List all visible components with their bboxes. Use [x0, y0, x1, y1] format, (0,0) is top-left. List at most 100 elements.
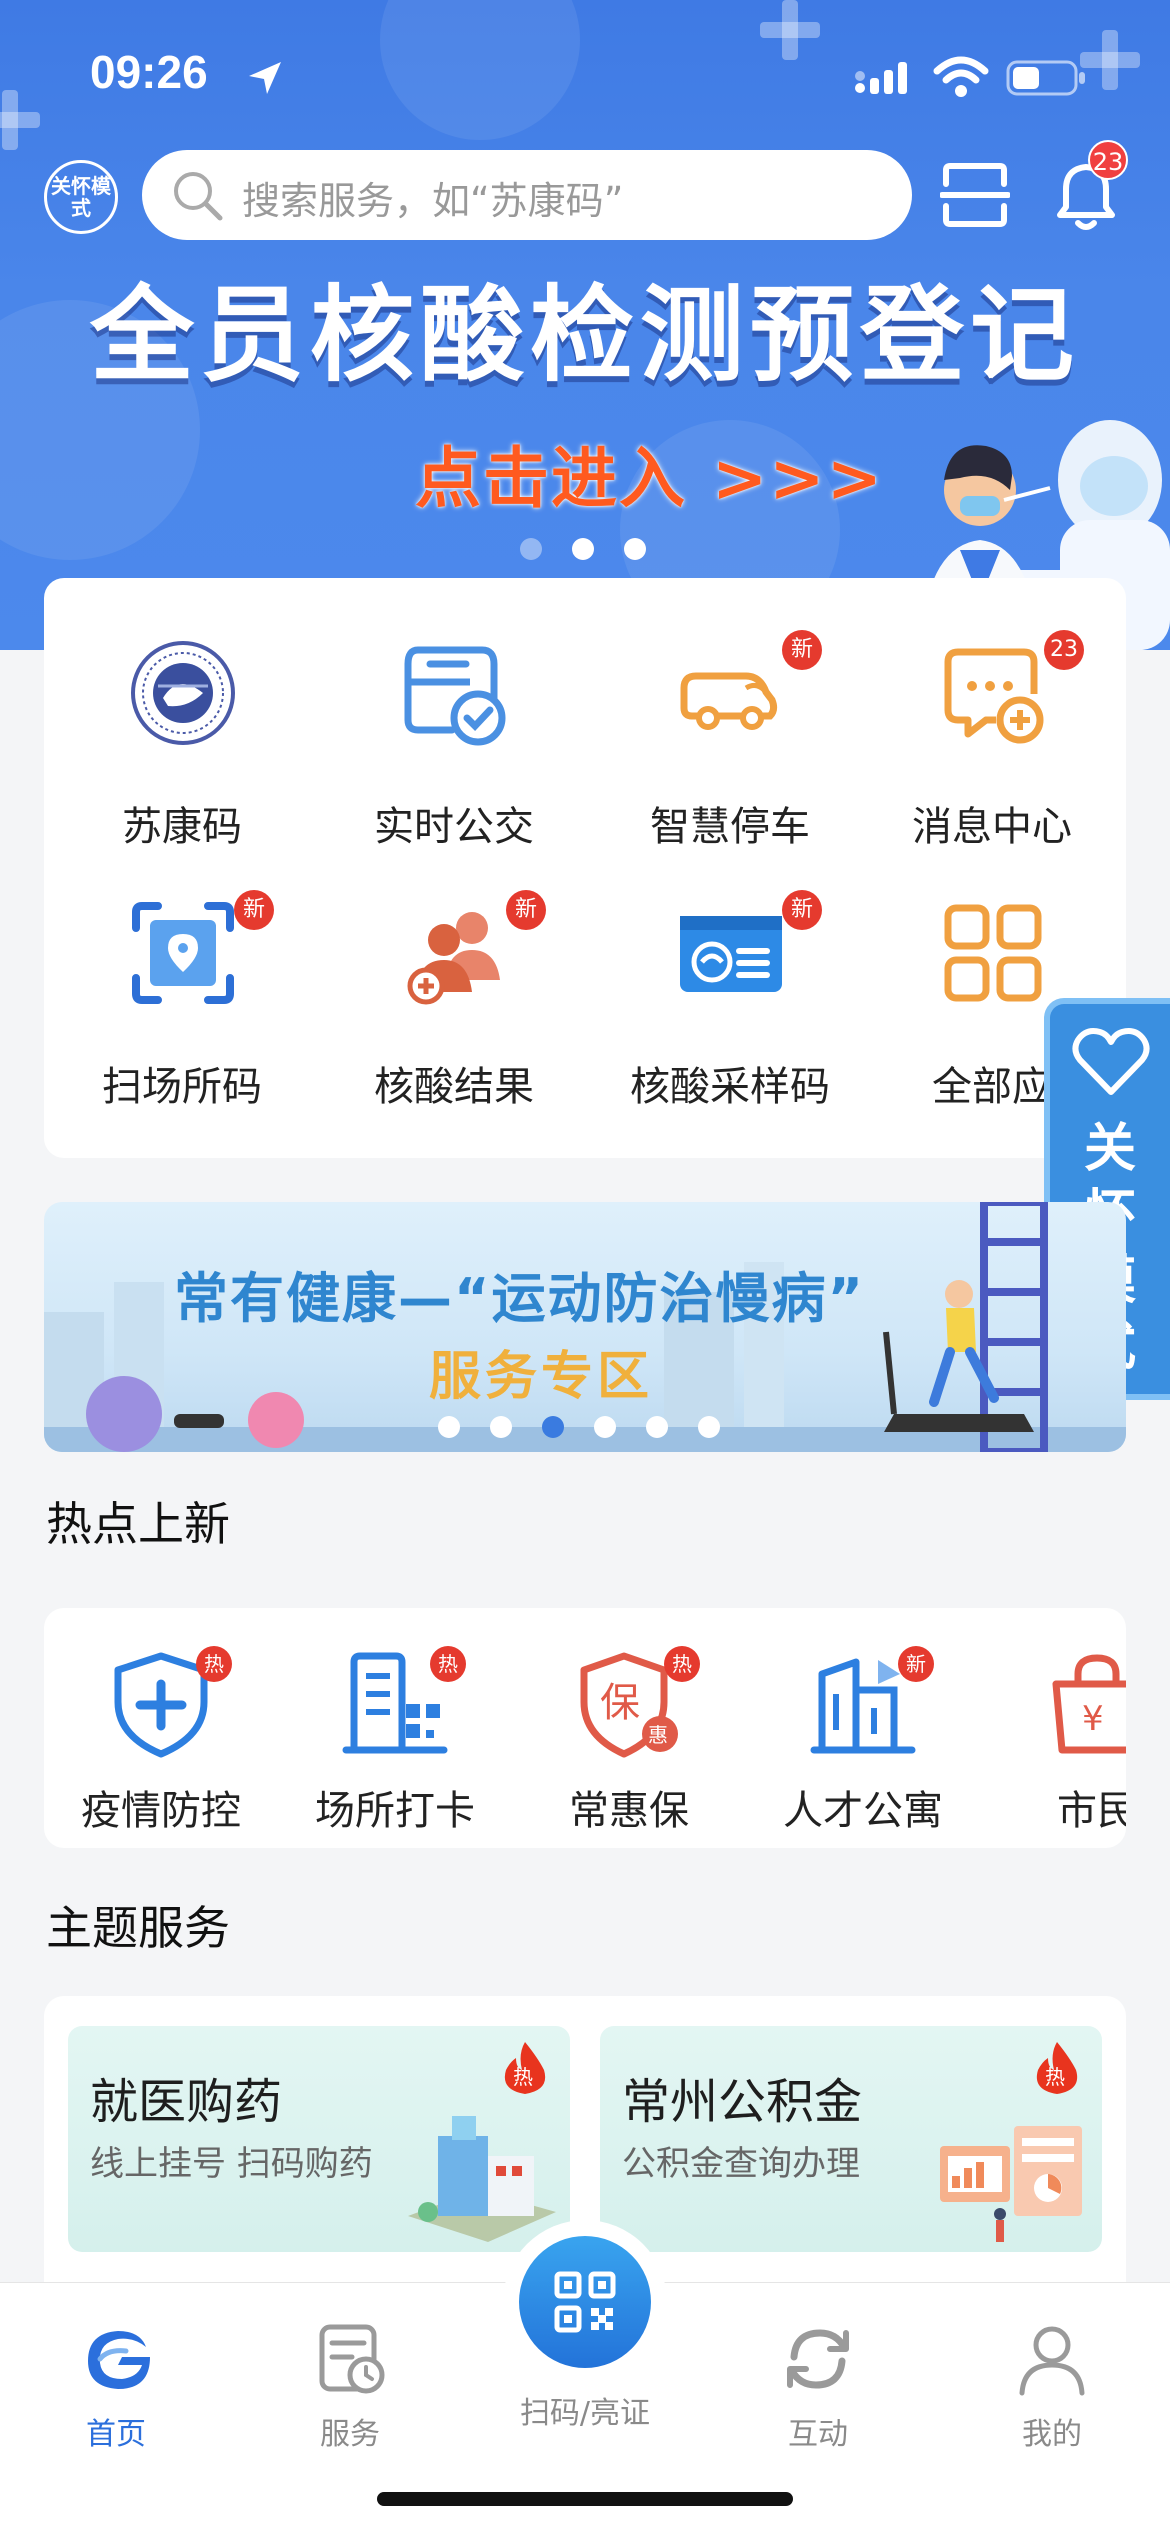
car-icon — [680, 672, 778, 730]
theme-section-title: 主题服务 — [46, 1901, 230, 1955]
tab-label: 我的 — [1022, 2417, 1082, 2452]
bus-check-icon — [404, 646, 506, 746]
hero-pagination — [520, 538, 650, 562]
people-add-icon — [407, 912, 500, 1005]
tab-label: 服务 — [320, 2417, 380, 2452]
scan-location-icon — [132, 902, 234, 1004]
promo-pagination — [438, 1416, 738, 1438]
pagination-dot-active — [542, 1416, 564, 1438]
pagination-dot — [646, 1416, 668, 1438]
search-input[interactable]: 搜索服务，如“苏康码” — [142, 150, 912, 240]
theme-card-subtitle: 线上挂号 扫码购药 — [90, 2144, 373, 2184]
service-nucleic-sampling-code[interactable]: 新 核酸采样码 — [600, 838, 860, 1110]
count-badge: 23 — [1044, 630, 1084, 670]
tab-mine[interactable]: 我的 — [952, 2303, 1152, 2453]
hero-title: 全员核酸检测预登记 — [89, 274, 1080, 396]
theme-card-subtitle: 公积金查询办理 — [622, 2144, 860, 2184]
svg-text:惠: 惠 — [648, 1723, 668, 1747]
hot-item-place-checkin[interactable]: 热 场所打卡 — [278, 1608, 512, 1848]
signal-icon — [855, 62, 907, 94]
hospital-illustration — [408, 2116, 556, 2242]
hot-item-label: 场所打卡 — [315, 1788, 475, 1834]
message-plus-icon — [944, 648, 1044, 744]
scan-id-button[interactable] — [503, 2220, 667, 2384]
battery-icon — [1006, 60, 1085, 96]
service-nucleic-result[interactable]: 新 核酸结果 — [324, 838, 584, 1110]
new-badge: 新 — [234, 890, 274, 930]
svg-text:¥: ¥ — [1082, 1699, 1104, 1739]
tab-interact[interactable]: 互动 — [718, 2303, 918, 2453]
hot-item-epidemic-control[interactable]: 热 疫情防控 — [44, 1608, 278, 1848]
theme-card-title: 就医购药 — [90, 2074, 283, 2130]
hot-item-label: 常惠保 — [569, 1788, 689, 1834]
hero-banner[interactable]: 09:26 关怀模式 搜索服务，如“苏康码” 23 全员核酸检测预登记 点击进入… — [0, 0, 1170, 650]
home-indicator[interactable] — [377, 2492, 793, 2506]
service-realtime-bus[interactable]: 实时公交 — [324, 578, 584, 850]
quick-services-card: 苏康码 实时公交 新 智慧停车 23 消息中心 新 扫场所码 新 核酸结果 新 … — [44, 578, 1126, 1158]
hot-item-changhuibao[interactable]: 保 惠 热 常惠保 — [512, 1608, 746, 1848]
qr-scan-icon — [554, 2271, 616, 2333]
promo-subtitle: 服务专区 — [429, 1347, 654, 1407]
heart-icon — [1072, 1028, 1150, 1095]
wifi-icon — [933, 56, 989, 97]
hot-services-strip[interactable]: 热 疫情防控 热 场所打卡 保 惠 热 常惠保 新 人才公寓 ¥ 市民 — [44, 1608, 1126, 1848]
pagination-dot — [490, 1416, 512, 1438]
theme-card-medical[interactable]: 就医购药 线上挂号 扫码购药 热 — [68, 2026, 570, 2252]
hot-item-talent-apartment[interactable]: 新 人才公寓 — [746, 1608, 980, 1848]
hot-badge: 热 — [196, 1646, 232, 1682]
status-time: 09:26 — [90, 46, 208, 98]
svg-text:保: 保 — [600, 1680, 640, 1726]
new-badge: 新 — [898, 1646, 934, 1682]
theme-card-housing-fund[interactable]: 常州公积金 公积金查询办理 热 — [600, 2026, 1102, 2252]
search-placeholder: 搜索服务，如“苏康码” — [242, 179, 624, 223]
flame-icon: 热 — [504, 2042, 546, 2094]
hot-item-label: 人才公寓 — [783, 1788, 943, 1834]
new-badge: 新 — [782, 630, 822, 670]
hot-item-label: 市民 — [1057, 1788, 1126, 1834]
hot-badge: 热 — [1045, 2065, 1065, 2089]
tab-home[interactable]: 首页 — [16, 2303, 216, 2453]
pagination-dot — [698, 1416, 720, 1438]
hero-cta[interactable]: 点击进入 >>> — [415, 425, 884, 521]
pagination-dot-active — [572, 538, 594, 560]
hot-badge: 热 — [513, 2065, 533, 2089]
pagination-dot — [520, 538, 542, 560]
tab-label: 互动 — [788, 2417, 848, 2452]
service-message-center[interactable]: 23 消息中心 — [862, 578, 1122, 850]
shopping-bag-icon: ¥ — [1052, 1654, 1126, 1754]
sukang-emblem-icon — [131, 641, 235, 745]
hot-item-citizen[interactable]: ¥ 市民 — [980, 1608, 1126, 1848]
new-badge: 新 — [506, 890, 546, 930]
service-label: 扫场所码 — [102, 1064, 262, 1110]
notification-badge: 23 — [1088, 140, 1128, 180]
flame-icon: 热 — [1036, 2042, 1078, 2094]
service-label: 核酸结果 — [374, 1064, 534, 1110]
new-badge: 新 — [782, 890, 822, 930]
grid-apps-icon — [944, 904, 1042, 1002]
hot-badge: 热 — [664, 1646, 700, 1682]
hot-item-label: 疫情防控 — [81, 1788, 241, 1834]
status-bar: 09:26 — [0, 0, 1170, 150]
theme-card-title: 常州公积金 — [622, 2074, 863, 2130]
finance-dashboard-illustration — [940, 2126, 1082, 2242]
service-scan-place-code[interactable]: 新 扫场所码 — [52, 838, 312, 1110]
promo-banner[interactable]: 常有健康—“运动防治慢病” 服务专区 — [44, 1202, 1126, 1452]
tab-services[interactable]: 服务 — [250, 2303, 450, 2453]
pagination-dot — [624, 538, 646, 560]
user-icon — [1019, 2326, 1085, 2396]
service-smart-parking[interactable]: 新 智慧停车 — [600, 578, 860, 850]
pagination-dot — [594, 1416, 616, 1438]
id-card-icon — [680, 916, 782, 992]
promo-title: 常有健康—“运动防治慢病” — [174, 1267, 865, 1330]
search-icon — [174, 172, 223, 221]
refresh-icon — [787, 2329, 849, 2389]
scan-icon[interactable] — [940, 160, 1010, 230]
care-mode-badge[interactable]: 关怀模式 — [44, 160, 118, 234]
tab-label: 扫码/亮证 — [519, 2396, 651, 2431]
location-arrow-icon — [249, 62, 281, 94]
hot-section-title: 热点上新 — [46, 1497, 230, 1551]
home-logo-icon — [88, 2331, 150, 2389]
service-sukang-code[interactable]: 苏康码 — [52, 578, 312, 850]
hot-badge: 热 — [430, 1646, 466, 1682]
scan-button-circle — [519, 2236, 651, 2368]
